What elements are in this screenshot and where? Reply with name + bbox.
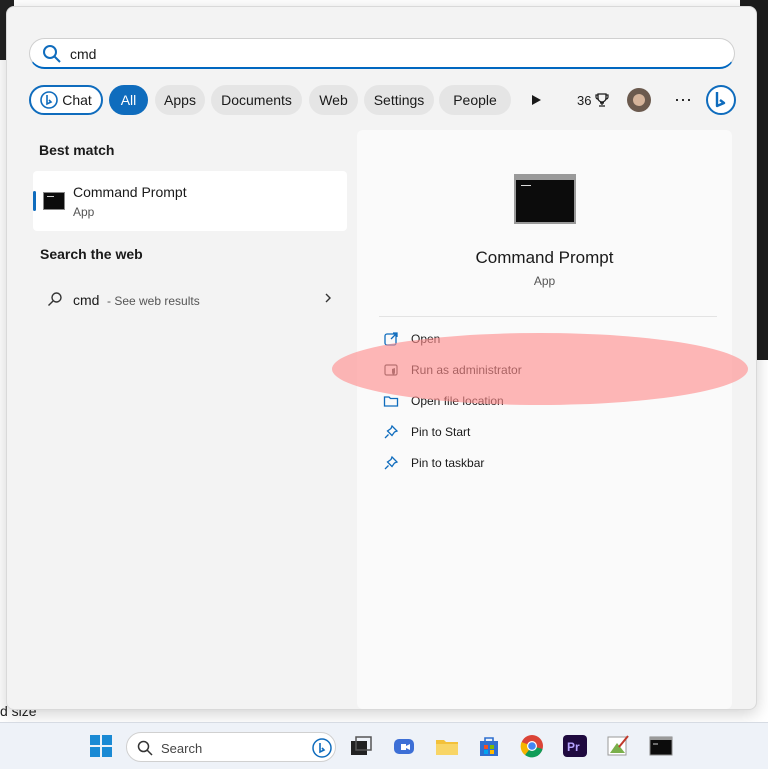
rewards-points[interactable]: 36	[577, 85, 610, 115]
pin-icon	[384, 455, 399, 470]
best-match-heading: Best match	[39, 142, 115, 158]
action-open-file-location[interactable]: Open file location	[383, 389, 703, 413]
filter-web[interactable]: Web	[309, 85, 358, 115]
divider	[379, 316, 717, 317]
filter-all[interactable]: All	[109, 85, 148, 115]
action-pin-to-start[interactable]: Pin to Start	[383, 420, 703, 444]
best-match-name: Command Prompt	[73, 184, 187, 200]
command-prompt-icon	[43, 192, 65, 210]
filter-settings[interactable]: Settings	[364, 85, 434, 115]
detail-app-name: Command Prompt	[475, 248, 614, 267]
search-icon	[137, 740, 153, 756]
more-options-icon[interactable]: ⋯	[674, 85, 693, 115]
start-search-panel: Chat All Apps Documents Web Settings Peo…	[6, 6, 757, 710]
action-open[interactable]: Open	[383, 327, 703, 351]
filter-settings-label: Settings	[373, 92, 425, 108]
search-box[interactable]	[29, 38, 735, 69]
video-call-icon[interactable]	[391, 733, 417, 759]
taskbar: Search Pr	[0, 722, 768, 769]
action-open-label: Open	[411, 332, 441, 346]
detail-app-type: App	[533, 274, 556, 288]
detail-pane: Command Prompt App Open Run as administr…	[357, 130, 732, 709]
filter-documents-label: Documents	[221, 92, 292, 108]
action-run-as-administrator[interactable]: Run as administrator	[383, 358, 703, 382]
chevron-right-icon	[325, 293, 331, 303]
filter-bar: Chat All Apps Documents Web Settings Peo…	[29, 85, 739, 117]
filter-web-label: Web	[319, 92, 348, 108]
selection-indicator	[33, 191, 36, 211]
paint-icon[interactable]	[605, 733, 631, 759]
rewards-points-value: 36	[577, 92, 592, 108]
action-pin-to-start-label: Pin to Start	[411, 425, 471, 439]
search-input[interactable]	[70, 44, 710, 64]
chat-button[interactable]: Chat	[29, 85, 103, 115]
folder-icon	[383, 396, 399, 407]
action-run-as-administrator-label: Run as administrator	[411, 363, 522, 377]
best-match-type: App	[73, 205, 95, 219]
microsoft-store-icon[interactable]	[476, 733, 502, 759]
chat-label: Chat	[62, 92, 92, 108]
web-search-result[interactable]: cmd - See web results	[31, 281, 347, 317]
filter-people-label: People	[453, 92, 497, 108]
pin-icon	[384, 424, 399, 439]
filter-apps-label: Apps	[164, 92, 196, 108]
web-result-hint: - See web results	[107, 294, 200, 308]
bing-chat-icon[interactable]	[705, 84, 737, 116]
trophy-icon	[595, 93, 610, 107]
command-prompt-taskbar-icon[interactable]	[648, 733, 674, 759]
taskbar-search[interactable]: Search	[126, 732, 336, 762]
bing-icon	[40, 91, 59, 109]
filter-documents[interactable]: Documents	[211, 85, 302, 115]
chrome-icon[interactable]	[519, 733, 545, 759]
task-view-icon[interactable]	[348, 733, 374, 759]
shield-icon	[384, 364, 398, 376]
best-match-item[interactable]: Command Prompt App	[33, 171, 347, 231]
action-pin-to-taskbar-label: Pin to taskbar	[411, 456, 485, 470]
web-result-query: cmd	[73, 292, 100, 308]
filter-all-label: All	[120, 92, 137, 108]
avatar-face	[633, 94, 645, 106]
windows-start-icon[interactable]	[88, 733, 114, 759]
filter-people[interactable]: People	[439, 85, 511, 115]
filter-apps[interactable]: Apps	[155, 85, 205, 115]
open-external-icon	[384, 332, 398, 346]
search-icon	[48, 292, 62, 306]
bing-icon	[312, 738, 332, 758]
action-pin-to-taskbar[interactable]: Pin to taskbar	[383, 451, 703, 475]
search-icon	[43, 45, 61, 63]
avatar[interactable]	[627, 88, 651, 112]
more-filters-play-icon[interactable]	[529, 93, 543, 107]
action-open-file-location-label: Open file location	[411, 394, 504, 408]
premiere-pro-icon[interactable]: Pr	[562, 733, 588, 759]
taskbar-search-label: Search	[161, 741, 203, 756]
command-prompt-large-icon	[514, 174, 576, 224]
svg-text:Pr: Pr	[567, 740, 580, 754]
search-web-heading: Search the web	[40, 246, 143, 262]
file-explorer-icon[interactable]	[434, 733, 460, 759]
